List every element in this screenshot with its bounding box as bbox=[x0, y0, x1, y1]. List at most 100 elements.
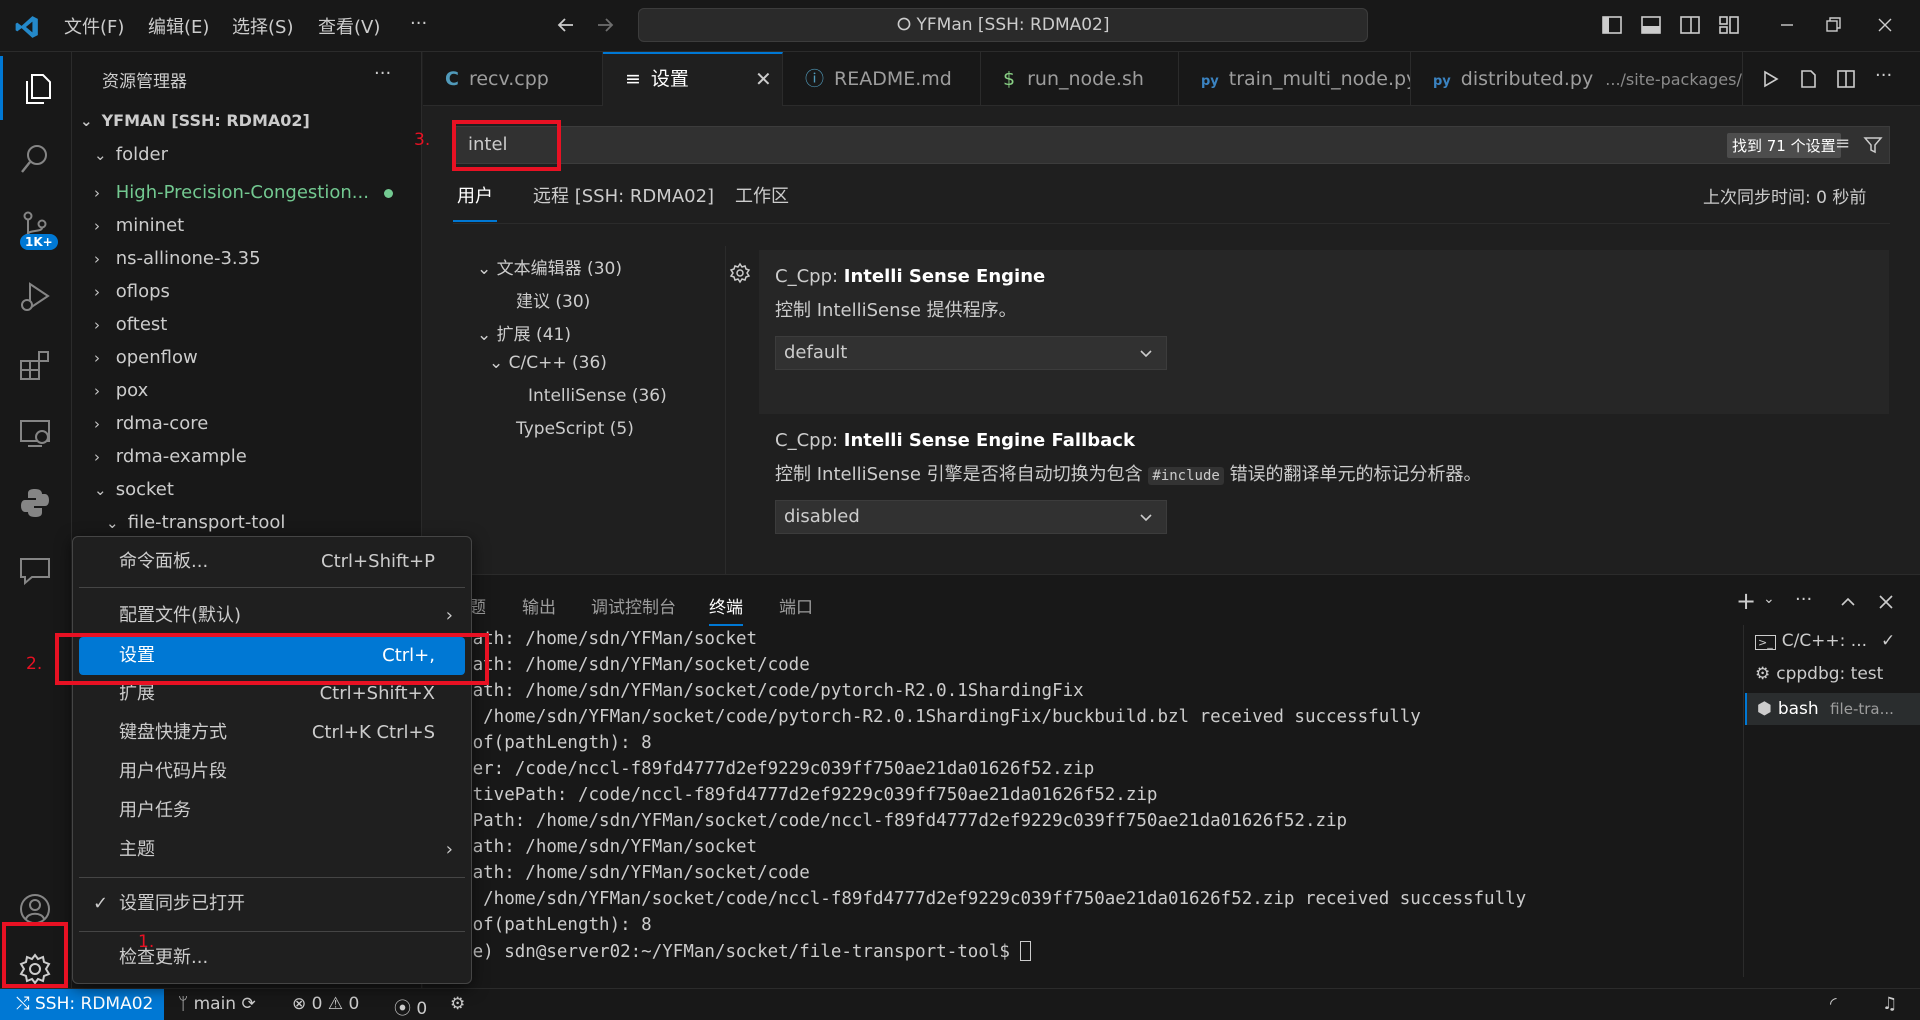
notifications-icon[interactable]: ♫ bbox=[1882, 994, 1897, 1014]
tab-readme[interactable]: ⓘ README.md bbox=[783, 52, 981, 106]
tree-item-socket[interactable]: ⌄ socket bbox=[72, 473, 422, 506]
toc-intellisense[interactable]: IntelliSense (36) bbox=[528, 386, 667, 406]
toggle-secondary-sidebar-icon[interactable] bbox=[1679, 14, 1701, 36]
tab-recv-cpp[interactable]: Crecv.cpp bbox=[423, 52, 603, 106]
search-activity[interactable] bbox=[0, 126, 72, 190]
close-window-icon[interactable] bbox=[1874, 14, 1896, 36]
terminal-tab-cppdbg[interactable]: ⚙ cppdbg: test bbox=[1755, 664, 1915, 694]
clear-filter-icon[interactable]: ≡ bbox=[1835, 133, 1850, 154]
open-changes-icon[interactable] bbox=[1797, 68, 1819, 90]
menu-check-updates[interactable]: 检查更新... bbox=[79, 939, 465, 977]
tab-run-node-sh[interactable]: $ run_node.sh bbox=[981, 52, 1179, 106]
tree-item-rdma-example[interactable]: › rdma-example bbox=[72, 440, 422, 473]
restore-icon[interactable] bbox=[1822, 14, 1844, 36]
tab-terminal[interactable]: 终端 bbox=[709, 593, 743, 626]
terminal-tab-cpp[interactable]: >_ C/C++: ... ✓ bbox=[1755, 631, 1915, 661]
explorer-activity[interactable] bbox=[0, 56, 72, 120]
tree-item-ns-allinone[interactable]: › ns-allinone-3.35 bbox=[72, 242, 422, 275]
chevron-right-icon: › bbox=[94, 283, 100, 301]
minimize-icon[interactable] bbox=[1776, 14, 1798, 36]
branch-indicator[interactable]: ᛘ main ⟳ bbox=[178, 994, 256, 1014]
terminal-tab-sublabel: file-tra... bbox=[1830, 700, 1894, 718]
terminal-tab-bash[interactable]: ⬢ bash file-tra... bbox=[1745, 693, 1920, 725]
editor-more-button[interactable]: ··· bbox=[1875, 65, 1892, 86]
tree-item-file-transport-tool[interactable]: ⌄ file-transport-tool bbox=[72, 506, 422, 539]
menu-themes[interactable]: 主题 › bbox=[79, 831, 465, 869]
maximize-panel-icon[interactable] bbox=[1839, 593, 1857, 611]
remote-explorer-activity[interactable] bbox=[0, 400, 72, 464]
run-file-icon[interactable] bbox=[1759, 68, 1781, 90]
toggle-primary-sidebar-icon[interactable] bbox=[1601, 14, 1623, 36]
menu-profiles[interactable]: 配置文件(默认) › bbox=[79, 597, 465, 635]
sidebar-more-button[interactable]: ··· bbox=[374, 63, 391, 84]
chat-activity[interactable] bbox=[0, 538, 72, 602]
panel-more-button[interactable]: ··· bbox=[1795, 589, 1812, 610]
tab-scope-workspace[interactable]: 工作区 bbox=[735, 182, 789, 208]
fallback-select-value: disabled bbox=[784, 506, 860, 527]
fallback-select[interactable]: disabled bbox=[775, 500, 1167, 534]
tree-item-mininet[interactable]: › mininet bbox=[72, 209, 422, 242]
settings-divider bbox=[453, 223, 1890, 224]
terminal-tab-label: C/C++: ... bbox=[1781, 631, 1868, 651]
debug-status-icon[interactable]: ⚙ bbox=[450, 994, 465, 1014]
menu-settings-sync[interactable]: ✓ 设置同步已打开 bbox=[79, 885, 465, 923]
settings-search-input[interactable]: intel 找到 71 个设置 ≡ bbox=[453, 126, 1890, 164]
toc-text-editor[interactable]: ⌄ 文本编辑器 (30) bbox=[477, 254, 622, 279]
arrow-right-icon[interactable] bbox=[594, 14, 616, 36]
filter-icon[interactable] bbox=[1863, 135, 1883, 155]
terminal-line: .rPath: /home/sdn/YFMan/socket/code bbox=[441, 655, 810, 675]
toc-suggestions[interactable]: 建议 (30) bbox=[516, 287, 590, 312]
close-icon[interactable]: ✕ bbox=[755, 54, 772, 104]
menu-view[interactable]: 查看(V) bbox=[318, 13, 380, 39]
python-activity[interactable] bbox=[0, 470, 72, 534]
menu-user-snippets[interactable]: 用户代码片段 bbox=[79, 753, 465, 791]
new-terminal-icon[interactable]: + bbox=[1736, 587, 1756, 615]
chevron-down-icon[interactable]: ⌄ bbox=[1763, 591, 1775, 607]
customize-layout-icon[interactable] bbox=[1718, 14, 1740, 36]
split-editor-icon[interactable] bbox=[1835, 68, 1857, 90]
toc-cpp[interactable]: ⌄ C/C++ (36) bbox=[489, 353, 607, 373]
run-debug-activity[interactable] bbox=[0, 264, 72, 328]
tree-item-high-precision[interactable]: › High-Precision-Congestion... bbox=[72, 176, 422, 209]
menu-selection[interactable]: 选择(S) bbox=[232, 13, 293, 39]
engine-select[interactable]: default bbox=[775, 336, 1167, 370]
toggle-panel-icon[interactable] bbox=[1640, 14, 1662, 36]
remote-indicator[interactable]: ⤭ SSH: RDMA02 bbox=[0, 989, 164, 1020]
tab-ports[interactable]: 端口 bbox=[779, 593, 813, 618]
tree-item-rdma-core[interactable]: › rdma-core bbox=[72, 407, 422, 440]
gear-icon[interactable] bbox=[729, 262, 751, 284]
menu-more[interactable]: ··· bbox=[410, 13, 427, 34]
tree-item-oftest[interactable]: › oftest bbox=[72, 308, 422, 341]
source-control-activity[interactable]: 1K+ bbox=[0, 194, 72, 258]
menu-user-tasks[interactable]: 用户任务 bbox=[79, 792, 465, 830]
tab-debug-console[interactable]: 调试控制台 bbox=[591, 593, 676, 618]
menu-keyboard-shortcuts[interactable]: 键盘快捷方式 Ctrl+K Ctrl+S bbox=[79, 714, 465, 752]
tree-item-oflops[interactable]: › oflops bbox=[72, 275, 422, 308]
terminal-output[interactable]: .rPath: /home/sdn/YFMan/socket .rPath: /… bbox=[441, 627, 1711, 977]
menu-edit[interactable]: 编辑(E) bbox=[148, 13, 209, 39]
command-center[interactable]: YFMan [SSH: RDMA02] bbox=[638, 8, 1368, 42]
menu-command-palette[interactable]: 命令面板... Ctrl+Shift+P bbox=[79, 543, 465, 581]
workspace-root[interactable]: ⌄ YFMAN [SSH: RDMA02] bbox=[72, 104, 422, 137]
tab-train-multi-node[interactable]: py train_multi_node.py bbox=[1179, 52, 1411, 106]
problems-indicator[interactable]: ⊗ 0 ⚠ 0 bbox=[292, 994, 359, 1014]
tab-scope-user[interactable]: 用户 bbox=[453, 182, 497, 222]
sidebar-title: 资源管理器 bbox=[102, 72, 187, 92]
arrow-left-icon[interactable] bbox=[555, 14, 577, 36]
tree-item-folder[interactable]: ⌄ folder bbox=[72, 138, 422, 171]
ports-indicator[interactable]: ⦿ 0 bbox=[394, 994, 427, 1019]
tree-item-label: High-Precision-Congestion... bbox=[115, 182, 369, 203]
toc-extensions[interactable]: ⌄ 扩展 (41) bbox=[477, 320, 571, 345]
tab-scope-remote[interactable]: 远程 [SSH: RDMA02] bbox=[533, 182, 714, 208]
close-panel-icon[interactable] bbox=[1877, 593, 1895, 611]
tree-item-openflow[interactable]: › openflow bbox=[72, 341, 422, 374]
tab-settings[interactable]: ≡ 设置 ✕ bbox=[603, 52, 783, 106]
menu-file[interactable]: 文件(F) bbox=[64, 13, 124, 39]
toc-typescript[interactable]: TypeScript (5) bbox=[516, 419, 634, 439]
extensions-activity[interactable] bbox=[0, 332, 72, 396]
tree-item-pox[interactable]: › pox bbox=[72, 374, 422, 407]
manage-context-menu: 命令面板... Ctrl+Shift+P 配置文件(默认) › 设置 Ctrl+, 扩… bbox=[72, 536, 472, 984]
tab-distributed-py[interactable]: py distributed.py .../site-packages/ bbox=[1411, 52, 1743, 106]
tree-item-label: pox bbox=[115, 380, 149, 401]
tab-output[interactable]: 输出 bbox=[522, 593, 556, 618]
